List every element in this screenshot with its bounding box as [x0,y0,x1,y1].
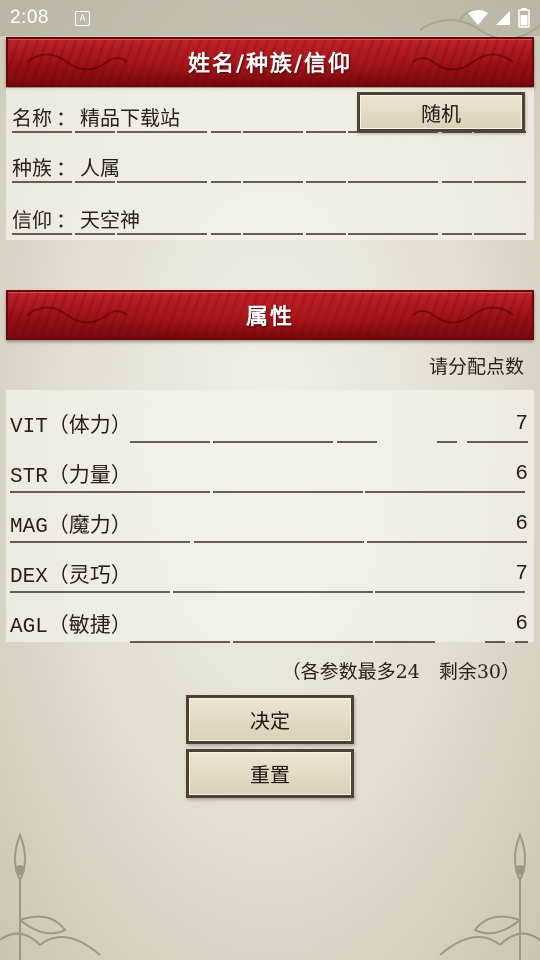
race-field-row: 种族 ： 人属 [12,146,526,186]
attributes-section-title: 属性 [245,305,294,330]
divider [10,591,528,593]
field-label: 信仰 [12,207,52,232]
field-label: 名称 [12,105,52,130]
divider [130,441,528,443]
status-bar: 2:08 A [0,0,540,36]
divider [130,641,528,643]
app-notification-icon: A [74,10,90,26]
divider [12,181,526,183]
flourish-icon [412,53,514,71]
attribute-row-vit[interactable]: VIT（体力） 7 [10,404,528,444]
field-separator: ： [56,207,76,232]
attribute-name: AGL（敏捷） [10,616,132,639]
identity-section-header: 姓名/种族/信仰 [6,37,534,87]
reset-button[interactable]: 重置 [186,749,354,798]
character-name-value[interactable]: 精品下载站 [80,102,180,131]
attribute-name: STR（力量） [10,466,132,489]
corner-ornament-icon [439,832,540,960]
attribute-value: 7 [515,412,528,436]
attribute-row-dex[interactable]: DEX（灵巧） 7 [10,554,528,594]
status-icons [468,8,530,28]
flourish-icon [26,53,128,71]
attribute-row-mag[interactable]: MAG（魔力） 6 [10,504,528,544]
battery-icon [518,8,530,28]
allocate-points-prompt: 请分配点数 [428,356,524,378]
faith-value[interactable]: 天空神 [80,204,140,233]
attribute-value: 6 [515,612,528,636]
attribute-name: DEX（灵巧） [10,566,132,589]
attribute-value: 6 [515,462,528,486]
field-label: 种族 [12,155,52,180]
divider [10,491,528,493]
attributes-section-header: 属性 [6,290,534,340]
attribute-value: 6 [515,512,528,536]
random-button[interactable]: 随机 [357,92,525,132]
wifi-icon [468,10,488,25]
identity-section-title: 姓名/种族/信仰 [187,52,353,77]
divider [12,233,526,235]
attribute-name: VIT（体力） [10,416,132,439]
race-value[interactable]: 人属 [80,152,120,181]
divider [10,541,528,543]
attribute-value: 7 [515,562,528,586]
corner-ornament-icon [0,832,101,960]
faith-field-row: 信仰 ： 天空神 [12,198,526,238]
points-limit-note: （各参数最多24 剩余30） [281,661,520,683]
flourish-icon [412,306,514,324]
signal-icon [496,11,510,25]
confirm-button[interactable]: 决定 [186,695,354,744]
field-separator: ： [56,105,76,130]
attribute-row-agl[interactable]: AGL（敏捷） 6 [10,604,528,644]
attribute-row-str[interactable]: STR（力量） 6 [10,454,528,494]
attribute-name: MAG（魔力） [10,516,132,539]
flourish-icon [26,306,128,324]
field-separator: ： [56,155,76,180]
status-time: 2:08 [10,7,49,28]
